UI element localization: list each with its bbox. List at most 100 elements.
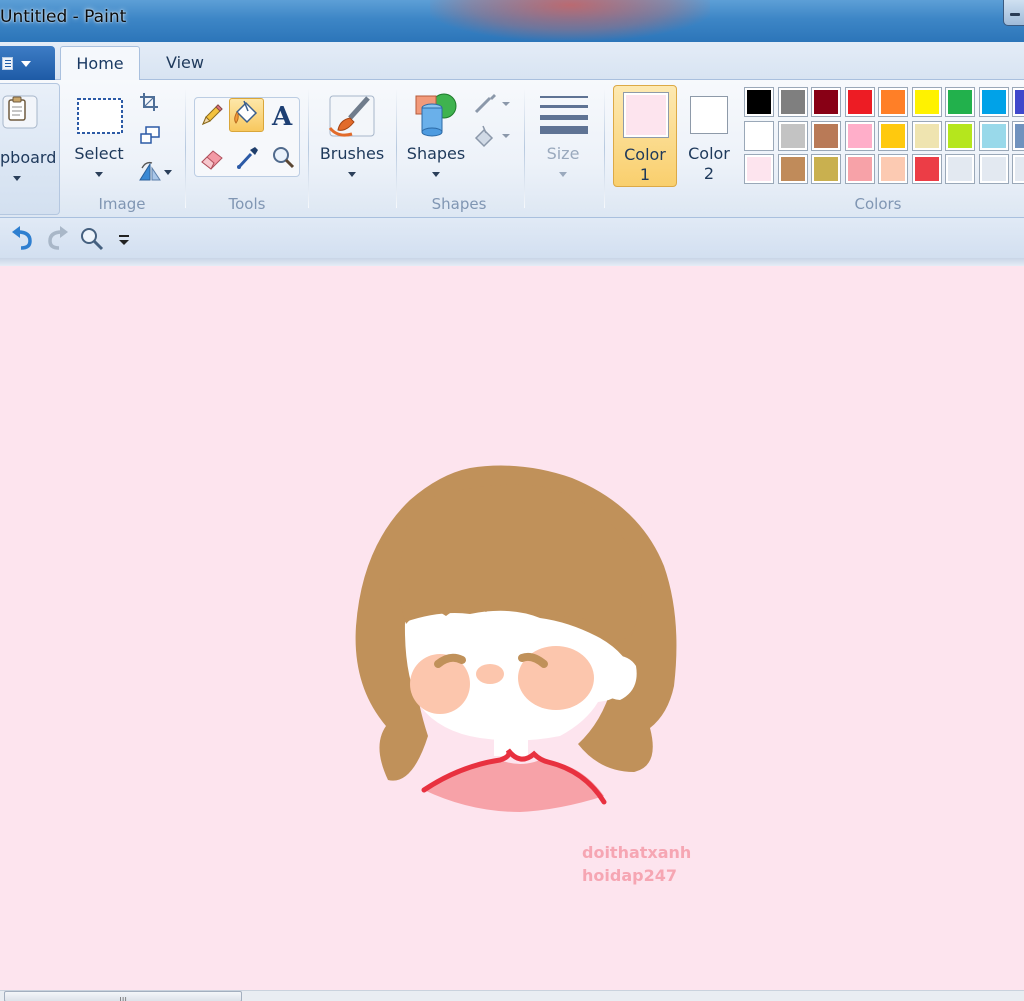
palette-swatch[interactable] <box>1012 120 1024 151</box>
palette-swatch[interactable] <box>878 120 908 151</box>
tab-view[interactable]: View <box>150 46 220 81</box>
fill-bucket-icon <box>234 100 258 124</box>
group-separator <box>185 88 186 208</box>
customize-toolbar-icon[interactable] <box>116 232 132 248</box>
fill-bucket-button[interactable] <box>229 98 264 132</box>
palette-swatch[interactable] <box>844 120 875 151</box>
chevron-down-icon <box>432 172 440 177</box>
palette-swatch[interactable] <box>777 154 808 184</box>
scrollbar-grip: ||| <box>119 996 128 1001</box>
palette-swatch[interactable] <box>744 120 774 151</box>
brushes-button[interactable]: Brushes <box>316 88 388 188</box>
scrollbar-thumb[interactable]: ||| <box>4 991 242 1001</box>
shirt <box>424 760 604 812</box>
brushes-label: Brushes <box>319 144 385 163</box>
chevron-down-icon <box>348 172 356 177</box>
shapes-button[interactable]: Shapes <box>402 88 470 188</box>
shapes-icon <box>415 93 457 137</box>
redo-icon[interactable] <box>44 226 70 252</box>
palette-swatch[interactable] <box>911 87 942 117</box>
brush-icon <box>328 95 375 137</box>
select-label: Select <box>74 144 124 163</box>
crop-icon[interactable] <box>139 92 159 112</box>
undo-icon[interactable] <box>10 226 36 252</box>
color-picker-button[interactable] <box>231 142 263 174</box>
group-separator <box>396 88 397 208</box>
title-bar: Untitled - Paint <box>0 0 1024 42</box>
horizontal-scrollbar[interactable]: ||| <box>0 990 1024 1001</box>
color-1-button[interactable]: Color 1 <box>613 85 677 187</box>
text-icon: A <box>271 102 293 132</box>
drawing-canvas[interactable]: doithatxanh hoidap247 <box>0 266 1024 990</box>
eraser-button[interactable] <box>196 142 228 174</box>
chevron-down-icon <box>559 172 567 177</box>
palette-swatch[interactable] <box>978 87 1009 117</box>
text-button[interactable]: A <box>267 99 299 132</box>
svg-text:A: A <box>271 102 293 130</box>
paint-menu-button[interactable] <box>0 46 55 80</box>
pencil-button[interactable] <box>196 99 228 131</box>
chevron-down-icon <box>21 61 31 67</box>
chevron-down-icon <box>95 172 103 177</box>
size-label: Size <box>546 144 580 163</box>
colors-group-label: Colors <box>854 195 902 213</box>
watermark-line-2: hoidap247 <box>582 866 677 885</box>
color-2-label-line2: 2 <box>703 164 715 183</box>
shape-fill-icon[interactable] <box>472 124 512 148</box>
palette-swatch[interactable] <box>744 87 774 117</box>
shapes-group-label: Shapes <box>431 195 487 213</box>
palette-swatch[interactable] <box>945 120 975 151</box>
select-button[interactable]: Select <box>68 90 130 190</box>
palette-swatch[interactable] <box>811 154 841 184</box>
tab-home[interactable]: Home <box>60 46 140 81</box>
color-2-button[interactable]: Color 2 <box>680 85 738 187</box>
palette-swatch[interactable] <box>978 120 1009 151</box>
palette-swatch[interactable] <box>1012 154 1024 184</box>
palette-swatch[interactable] <box>811 120 841 151</box>
color-2-label-line1: Color <box>688 144 730 163</box>
color-1-label-line1: Color <box>624 145 666 164</box>
paint-window: Untitled - Paint Home View pboard Select… <box>0 0 1024 1001</box>
shapes-label: Shapes <box>406 144 466 163</box>
color-2-swatch <box>690 96 728 134</box>
palette-swatch[interactable] <box>978 154 1009 184</box>
palette-swatch[interactable] <box>811 87 841 117</box>
resize-icon[interactable] <box>139 126 161 146</box>
pencil-icon <box>202 104 223 125</box>
chevron-down-icon <box>13 176 21 181</box>
outline-icon[interactable] <box>472 92 512 116</box>
palette-swatch[interactable] <box>945 87 975 117</box>
magnifier-icon <box>273 147 295 169</box>
size-button[interactable]: Size <box>532 88 594 188</box>
color-1-swatch <box>623 92 669 138</box>
palette-swatch[interactable] <box>911 120 942 151</box>
palette-swatch[interactable] <box>844 154 875 184</box>
toolbar-divider <box>0 258 1024 266</box>
paste-button[interactable]: pboard <box>0 83 60 215</box>
palette-swatch[interactable] <box>945 154 975 184</box>
palette-swatch[interactable] <box>844 87 875 117</box>
minimize-button[interactable] <box>1003 0 1024 26</box>
select-rectangle-icon <box>77 98 123 134</box>
clipboard-label: pboard <box>0 148 57 167</box>
ribbon-home: pboard Select Image A Tools Brushes Shap… <box>0 80 1024 218</box>
palette-swatch[interactable] <box>878 87 908 117</box>
palette-swatch[interactable] <box>911 154 942 184</box>
palette-swatch[interactable] <box>878 154 908 184</box>
watermark-line-1: doithatxanh <box>582 843 692 862</box>
color-picker-icon <box>237 147 258 169</box>
group-separator <box>524 88 525 208</box>
palette-swatch[interactable] <box>777 120 808 151</box>
eraser-icon <box>201 150 223 170</box>
drawing-girl <box>355 465 677 812</box>
rotate-icon[interactable] <box>136 160 176 182</box>
magnifier-button[interactable] <box>267 142 299 174</box>
palette-swatch[interactable] <box>744 154 774 184</box>
zoom-icon[interactable] <box>78 225 106 253</box>
color-1-label-line2: 1 <box>639 165 651 184</box>
ribbon-tab-strip: Home View <box>0 42 1024 81</box>
window-title: Untitled - Paint <box>0 7 127 27</box>
palette-swatch[interactable] <box>777 87 808 117</box>
palette-swatch[interactable] <box>1012 87 1024 117</box>
quick-access-toolbar <box>0 218 1024 260</box>
